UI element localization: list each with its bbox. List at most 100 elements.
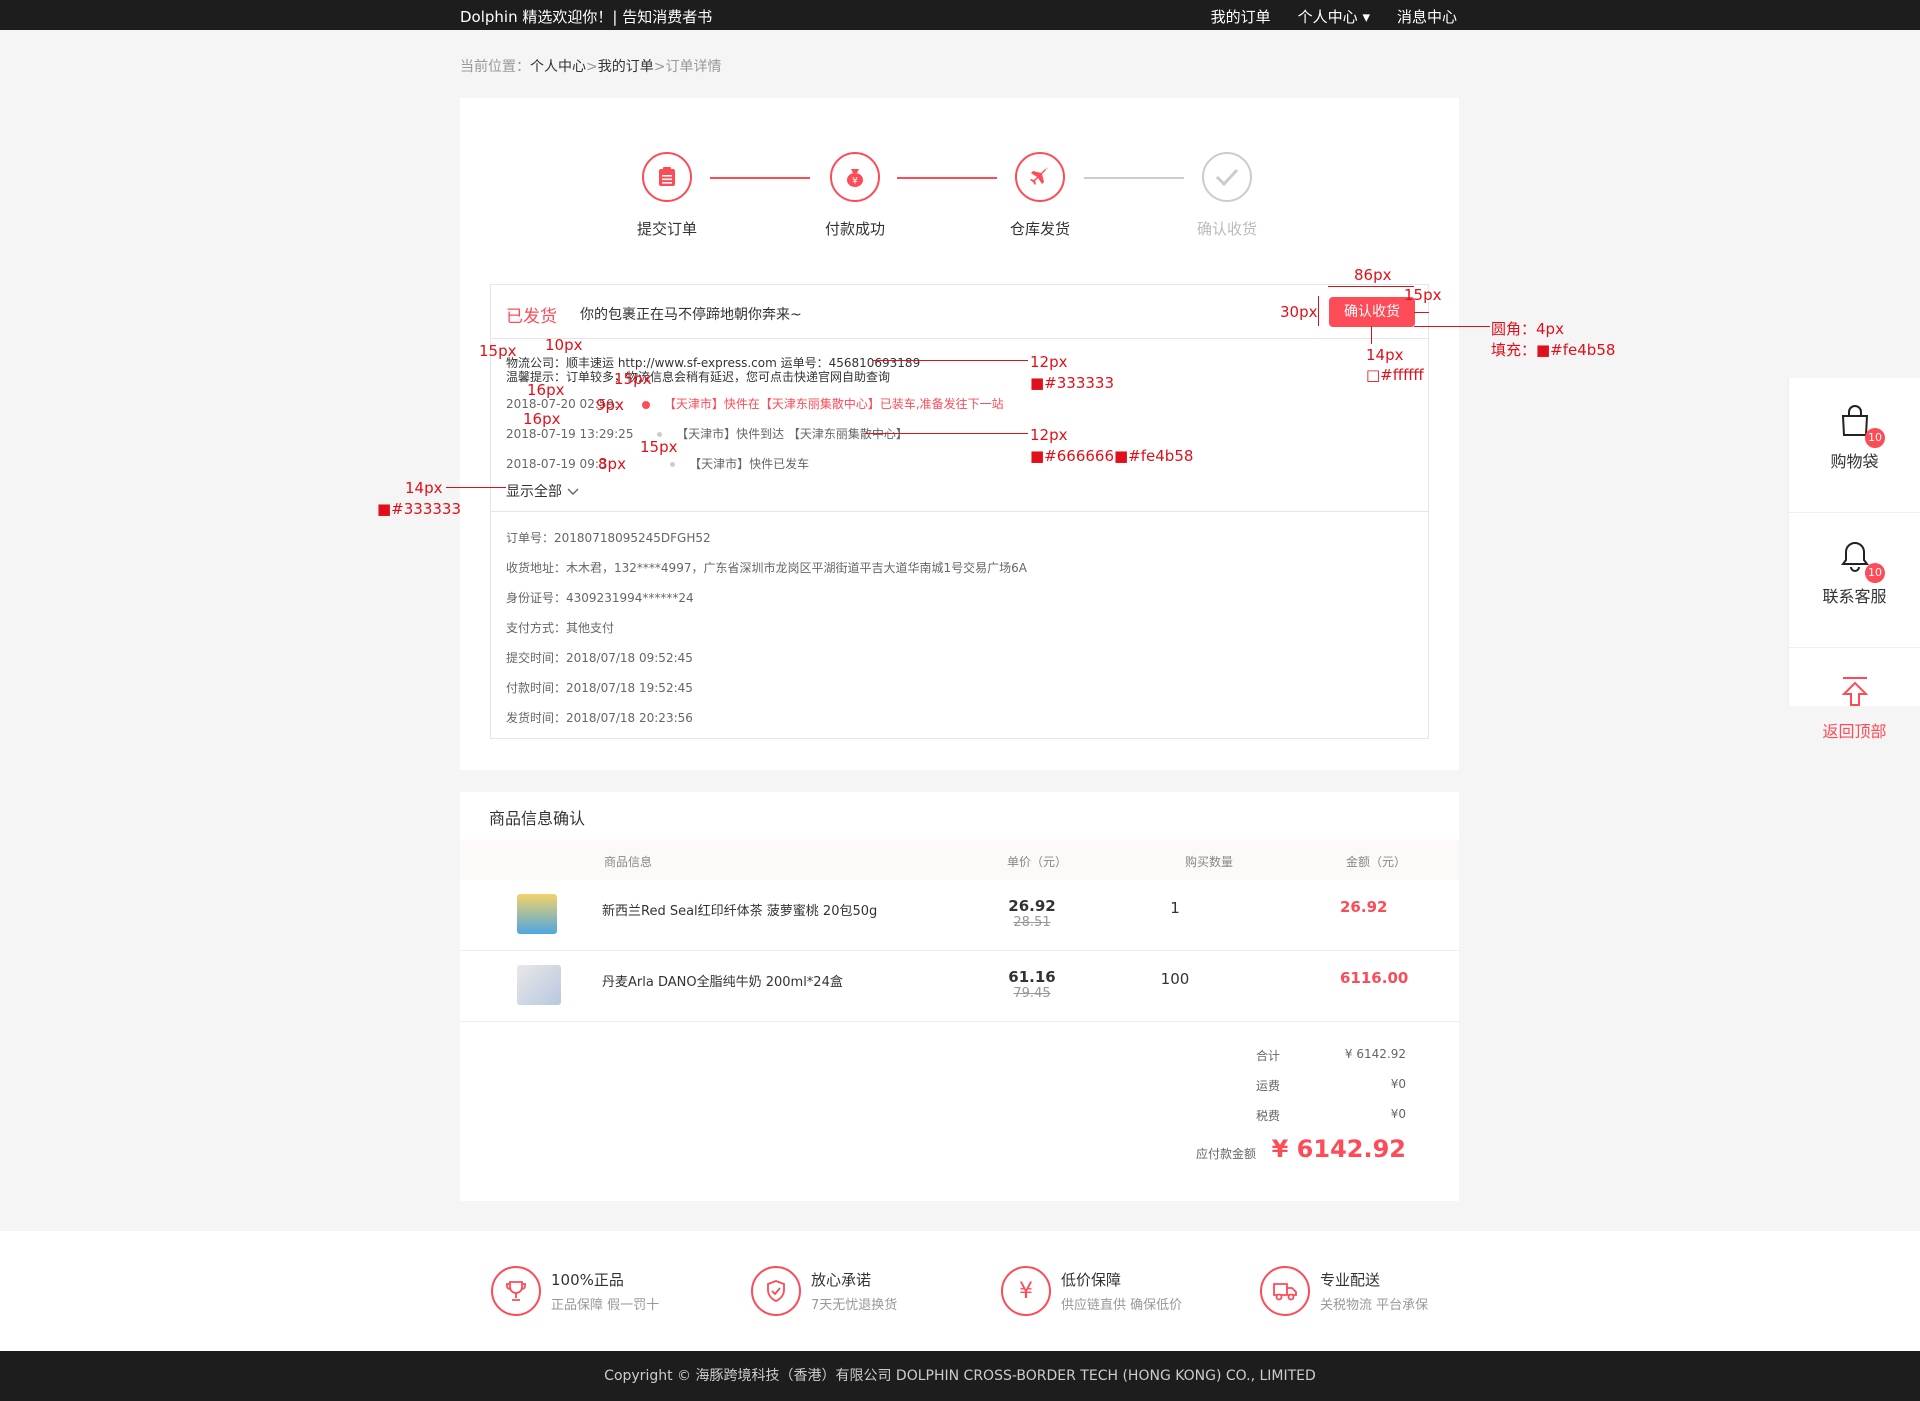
annotation: ■#333333 [1030,374,1115,392]
product-image[interactable] [517,894,557,934]
tax-value: ¥0 [1390,1107,1406,1121]
order-info-row: 收货地址：木木君，132****4997，广东省深圳市龙岗区平湖街道平吉大道华南… [506,559,1027,576]
step-label: 确认收货 [1196,220,1257,238]
amount-due-value: ¥ 6142.92 [1271,1135,1406,1163]
timeline-text: 【天津市】快件到达 【天津东丽集散中心】 [676,427,908,441]
timeline-dot [657,432,663,437]
arrow-up-icon [1789,674,1920,712]
yen-icon: ¥ [1001,1266,1051,1316]
product-image[interactable] [517,965,561,1005]
goods-header: 商品信息确认 [460,792,1459,840]
annotation: 15px [614,370,652,388]
tax-label: 税费 [1256,1109,1281,1123]
copyright: Copyright © 海豚跨境科技（香港）有限公司 DOLPHIN CROSS… [0,1351,1920,1401]
progress-steps: 提交订单 ¥ 付款成功 仓库发货 确认收货 [460,98,1459,258]
feature-subtitle: 7天无忧退换货 [811,1298,898,1313]
features-footer: 100%正品 正品保障 假一罚十 放心承诺 7天无忧退换货 ¥ 低价保障供应链直供 … [0,1231,1920,1351]
feature-subtitle: 供应链直供 确保低价 [1061,1298,1183,1313]
annotation: 14px [405,479,443,497]
annotation: 12px [1030,426,1068,444]
back-to-top-button[interactable]: 返回顶部 [1789,674,1920,783]
show-all-toggle[interactable]: 显示全部 [506,481,580,501]
product-name[interactable]: 新西兰Red Seal红印纤体茶 菠萝蜜桃 20包50g [602,900,877,919]
feature-genuine: 100%正品 正品保障 假一罚十 [491,1266,659,1316]
breadcrumb-current: 订单详情 [665,59,722,75]
timeline-text: 【天津市】快件在【天津东丽集散中心】已装车,准备发往下一站 [663,397,1004,411]
feature-delivery: 专业配送关税物流 平台承保 [1260,1266,1428,1316]
step-label: 提交订单 [636,220,697,238]
info-label: 提交时间： [506,651,567,665]
order-info-row: 提交时间：2018/07/18 09:52:45 [506,649,693,666]
divider [491,511,1428,512]
unit-price: 26.92 [1008,897,1056,915]
info-value: 2018/07/18 20:23:56 [566,711,693,725]
timeline-item: 2018-07-20 02:59: 【天津市】快件在【天津东丽集散中心】已装车,… [506,395,1004,412]
welcome-text: Dolphin 精选欢迎你！| 告知消费者书 [460,8,713,26]
annotation: 15px [640,438,678,456]
product-amount: 6116.00 [1340,969,1409,987]
order-info-row: 发货时间：2018/07/18 20:23:56 [506,709,693,726]
annotation: 8px [598,455,626,473]
bell-icon [1789,539,1920,577]
order-info-row: 支付方式：其他支付 [506,619,614,636]
product-name[interactable]: 丹麦Arla DANO全脂纯牛奶 200ml*24盒 [602,971,843,990]
my-orders-link[interactable]: 我的订单 [1211,6,1271,27]
breadcrumb-separator: > [586,59,598,75]
shipping-label: 运费 [1256,1079,1281,1093]
airplane-icon [1015,152,1065,202]
feature-title: 专业配送 [1320,1271,1381,1289]
feature-title: 低价保障 [1061,1271,1122,1289]
annotation: ■#666666■#fe4b58 [1030,447,1194,465]
subtotal-label: 合计 [1256,1049,1281,1063]
product-qty: 1 [1170,899,1180,917]
annotation: 16px [527,381,565,399]
timeline-dot [642,400,651,409]
info-value: 2018/07/18 19:52:45 [566,681,693,695]
cart-button[interactable]: 10 购物袋 [1789,404,1920,513]
step-label: 仓库发货 [1009,220,1070,238]
confirm-receipt-button[interactable]: 确认收货 [1329,297,1415,327]
product-price: 26.92 28.51 [982,897,1082,930]
status-message: 你的包裹正在马不停蹄地朝你奔来~ [580,307,802,323]
messages-link[interactable]: 消息中心 [1397,6,1457,27]
col-price: 单价（元） [1007,855,1068,869]
personal-center-menu[interactable]: 个人中心 ▾ [1298,6,1370,27]
annotation: 填充：■#fe4b58 [1491,341,1616,359]
feature-low-price: ¥ 低价保障供应链直供 确保低价 [1001,1266,1182,1316]
breadcrumb-personal-center[interactable]: 个人中心 [530,59,586,75]
order-info-row: 订单号：20180718095245DFGH52 [506,529,711,546]
original-price: 28.51 [1013,915,1051,930]
order-info-row: 身份证号：4309231994******24 [506,589,694,606]
money-bag-icon: ¥ [830,152,880,202]
product-price: 61.16 79.45 [982,968,1082,1001]
breadcrumb-separator: > [653,59,666,75]
annotation-line [446,487,506,488]
step-confirm: 确认收货 [1167,152,1287,239]
feature-promise: 放心承诺 7天无忧退换货 [751,1266,897,1316]
product-qty: 100 [1160,970,1190,988]
checkmark-icon [1202,152,1252,202]
amount-due-label: 应付款金额 [1196,1147,1257,1161]
customer-service-button[interactable]: 10 联系客服 [1789,539,1920,648]
feature-subtitle: 关税物流 平台承保 [1320,1298,1429,1313]
annotation: 9px [596,396,624,414]
step-label: 付款成功 [824,220,885,238]
shield-check-icon [751,1266,801,1316]
annotation: 86px [1354,266,1392,284]
chevron-down-icon [566,484,580,500]
col-qty: 购买数量 [1185,855,1234,869]
step-paid: ¥ 付款成功 [795,152,915,239]
timeline-text: 【天津市】快件已发车 [689,457,810,471]
show-all-label: 显示全部 [506,484,562,500]
top-bar: Dolphin 精选欢迎你！| 告知消费者书 我的订单 个人中心 ▾ 消息中心 [0,0,1920,30]
step-submit: 提交订单 [607,152,727,239]
col-amount: 金额（元） [1346,855,1407,869]
goods-table-header: 商品信息 单价（元） 购买数量 金额（元） [460,840,1459,880]
timeline-item: 2018-07-19 13:29:25 【天津市】快件到达 【天津东丽集散中心】 [506,425,908,442]
breadcrumb-my-orders[interactable]: 我的订单 [598,59,654,75]
service-badge: 10 [1865,563,1885,583]
timeline-time: 2018-07-19 13:29:25 [506,427,634,441]
truck-icon [1260,1266,1310,1316]
info-label: 付款时间： [506,681,567,695]
amount-due-row: 应付款金额 ¥ 6142.92 [1196,1135,1406,1165]
